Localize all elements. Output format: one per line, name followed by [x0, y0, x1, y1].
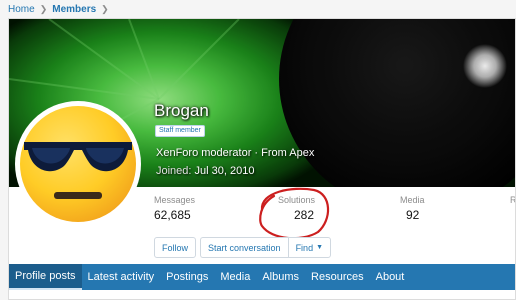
- tab-about[interactable]: About: [370, 264, 411, 290]
- stat-label: Media: [400, 195, 425, 205]
- tab-latest-activity[interactable]: Latest activity: [82, 264, 161, 290]
- profile-tabs: Profile posts Latest activity Postings M…: [9, 264, 515, 290]
- profile-card: Brogan Staff member XenForo moderator · …: [8, 18, 516, 300]
- stat-reactions[interactable]: Re: [510, 195, 516, 208]
- joined-date: Joined: Jul 30, 2010: [156, 165, 254, 177]
- breadcrumb: Home ❯ Members ❯: [8, 2, 114, 16]
- find-button[interactable]: Find ▼: [287, 237, 332, 258]
- profile-blurb: XenForo moderator · From Apex: [156, 147, 315, 159]
- sunglasses-emoji-icon: [20, 106, 136, 222]
- joined-value: Jul 30, 2010: [194, 165, 255, 177]
- chevron-right-icon: ❯: [39, 3, 48, 14]
- profile-name[interactable]: Brogan: [154, 101, 209, 121]
- tab-postings[interactable]: Postings: [160, 264, 214, 290]
- stat-media[interactable]: Media 92: [400, 195, 515, 222]
- profile-stats: Messages 62,685 Solutions 282 Media 92 R…: [154, 195, 516, 235]
- caret-down-icon: ▼: [316, 244, 324, 251]
- breadcrumb-members[interactable]: Members: [52, 4, 96, 15]
- tab-profile-posts[interactable]: Profile posts: [9, 264, 82, 290]
- joined-label: Joined:: [156, 165, 192, 177]
- avatar[interactable]: [15, 101, 141, 227]
- annotation-circle: [259, 187, 330, 240]
- staff-badge: Staff member: [155, 125, 205, 137]
- start-conversation-button[interactable]: Start conversation: [200, 237, 288, 258]
- breadcrumb-home[interactable]: Home: [8, 4, 35, 15]
- tab-resources[interactable]: Resources: [305, 264, 370, 290]
- stat-value: 92: [406, 208, 420, 222]
- follow-button[interactable]: Follow: [154, 237, 197, 258]
- chevron-right-icon: ❯: [101, 3, 109, 14]
- tab-media[interactable]: Media: [214, 264, 256, 290]
- find-label: Find: [295, 242, 314, 253]
- profile-actions: Follow Start conversation Find ▼: [154, 237, 332, 259]
- tab-albums[interactable]: Albums: [256, 264, 305, 290]
- stat-label: Re: [510, 195, 516, 205]
